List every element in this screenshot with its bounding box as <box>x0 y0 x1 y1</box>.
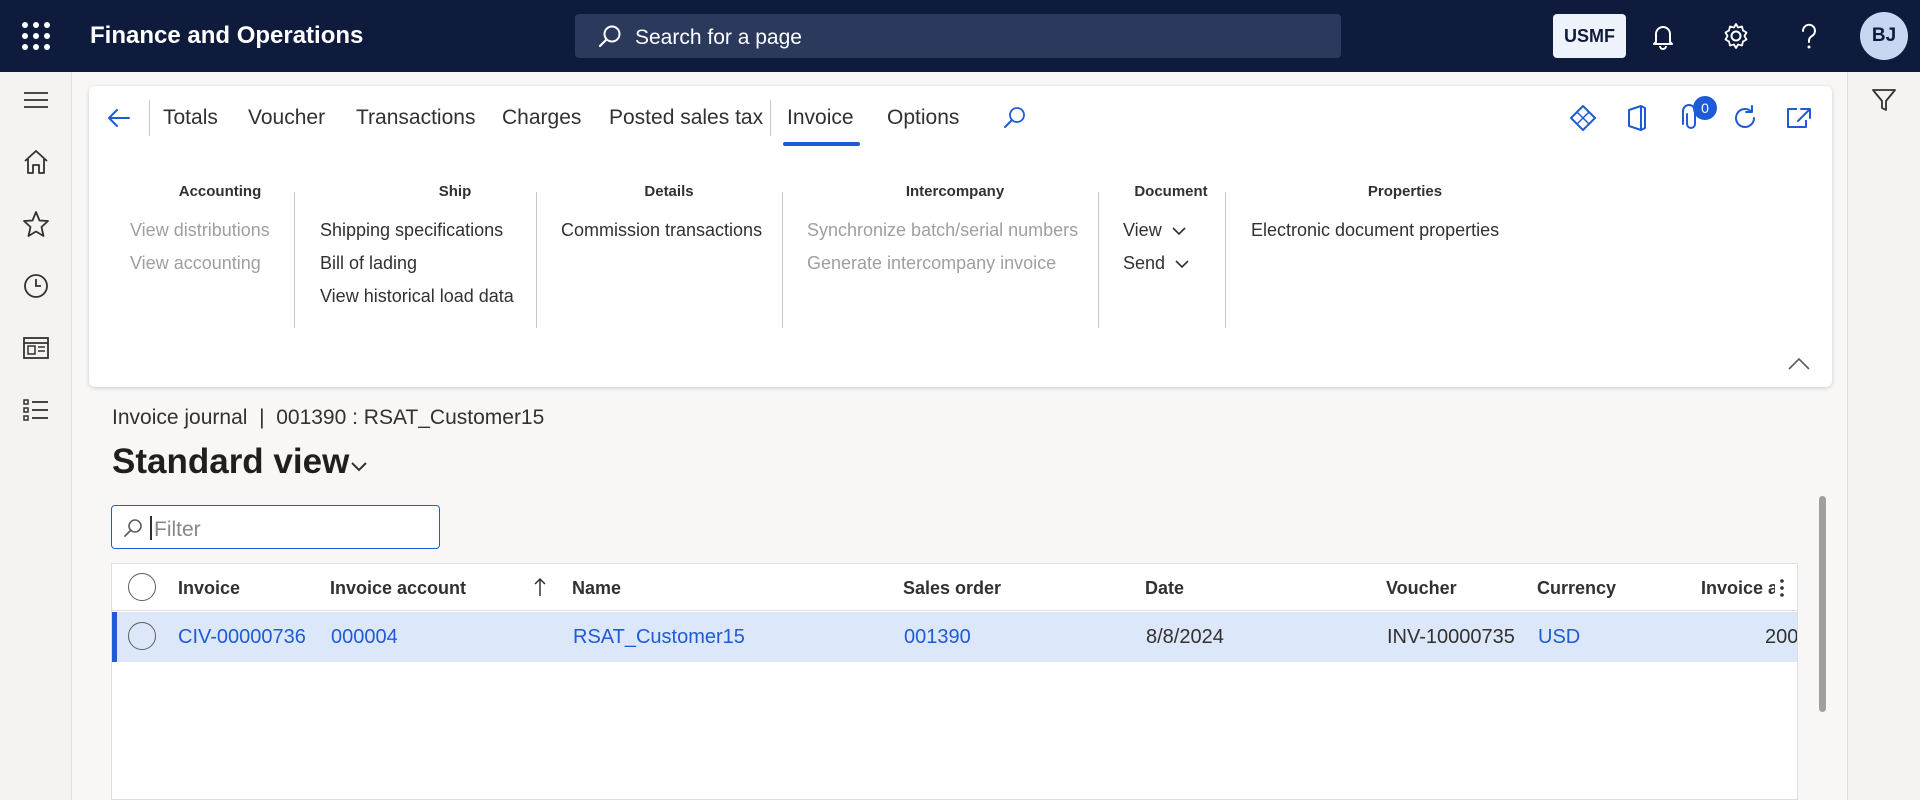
refresh-icon[interactable] <box>1729 102 1761 134</box>
tab-charges[interactable]: Charges <box>502 106 581 130</box>
select-all-checkbox[interactable] <box>128 573 156 601</box>
column-header-voucher[interactable]: Voucher <box>1386 578 1457 599</box>
commission-transactions-button[interactable]: Commission transactions <box>561 220 762 241</box>
company-selector-button[interactable]: USMF <box>1553 14 1626 58</box>
search-placeholder: Search for a page <box>635 26 802 49</box>
cell-voucher: INV-10000735 <box>1387 626 1515 648</box>
tab-transactions[interactable]: Transactions <box>356 106 475 130</box>
filter-placeholder: Filter <box>154 518 201 541</box>
app-title[interactable]: Finance and Operations <box>90 22 363 50</box>
tab-posted-sales-tax[interactable]: Posted sales tax <box>609 106 763 130</box>
sort-ascending-icon <box>534 577 546 596</box>
cell-name[interactable]: RSAT_Customer15 <box>573 626 745 649</box>
column-header-invoice[interactable]: Invoice <box>178 578 240 599</box>
gear-icon[interactable] <box>1720 20 1752 52</box>
generate-intercompany-invoice-button[interactable]: Generate intercompany invoice <box>807 253 1056 274</box>
back-arrow-icon[interactable] <box>103 102 135 134</box>
group-title-details: Details <box>644 183 694 200</box>
list-icon[interactable] <box>20 394 52 426</box>
text-caret <box>150 516 152 540</box>
group-divider <box>536 192 537 328</box>
help-icon[interactable] <box>1793 20 1825 52</box>
column-header-sales-order[interactable]: Sales order <box>903 578 1001 599</box>
page-title[interactable]: Standard view <box>112 442 349 482</box>
tab-options[interactable]: Options <box>887 106 959 130</box>
group-title-document: Document <box>1134 183 1208 200</box>
document-view-label: View <box>1123 220 1162 240</box>
group-title-ship: Ship <box>438 183 472 200</box>
clock-icon[interactable] <box>20 270 52 302</box>
row-select-checkbox[interactable] <box>128 622 156 650</box>
filter-icon[interactable] <box>1870 86 1898 114</box>
group-title-intercompany: Intercompany <box>905 183 1005 200</box>
divider <box>770 100 771 136</box>
active-tab-indicator <box>783 142 860 146</box>
view-historical-load-data-button[interactable]: View historical load data <box>320 286 514 307</box>
tab-totals[interactable]: Totals <box>163 106 218 130</box>
cell-sales-order[interactable]: 001390 <box>904 626 971 649</box>
divider <box>149 100 150 136</box>
column-header-invoice-account[interactable]: Invoice account <box>330 578 466 599</box>
view-distributions-button[interactable]: View distributions <box>130 220 270 241</box>
group-divider <box>294 192 295 328</box>
bell-icon[interactable] <box>1647 20 1679 52</box>
group-title-properties: Properties <box>1367 183 1443 200</box>
search-input[interactable]: Search for a page <box>575 14 1341 58</box>
more-options-icon[interactable] <box>1778 577 1786 599</box>
cell-currency[interactable]: USD <box>1538 626 1580 649</box>
workspace-icon[interactable] <box>20 332 52 364</box>
chevron-down-icon <box>1172 227 1186 236</box>
table-row[interactable]: CIV-00000736 000004 RSAT_Customer15 0013… <box>112 612 1798 662</box>
tab-voucher[interactable]: Voucher <box>248 106 325 130</box>
star-icon[interactable] <box>20 208 52 240</box>
breadcrumb: Invoice journal | 001390 : RSAT_Customer… <box>112 406 545 429</box>
view-accounting-button[interactable]: View accounting <box>130 253 261 274</box>
cell-invoice[interactable]: CIV-00000736 <box>178 626 306 649</box>
cell-invoice-account[interactable]: 000004 <box>331 626 398 649</box>
group-divider <box>1098 192 1099 328</box>
shipping-specifications-button[interactable]: Shipping specifications <box>320 220 503 241</box>
document-send-dropdown[interactable]: Send <box>1123 253 1189 274</box>
electronic-document-properties-button[interactable]: Electronic document properties <box>1251 220 1499 241</box>
search-icon <box>598 25 621 48</box>
avatar[interactable]: BJ <box>1860 12 1908 60</box>
group-divider <box>782 192 783 328</box>
bill-of-lading-button[interactable]: Bill of lading <box>320 253 417 274</box>
grid-header: Invoice Invoice account Name Sales order… <box>112 564 1797 611</box>
attachment-count-badge: 0 <box>1693 96 1717 120</box>
right-pane <box>1847 72 1920 800</box>
chevron-up-icon[interactable] <box>1787 356 1811 372</box>
column-header-invoice-amount[interactable]: Invoice a <box>1701 578 1775 599</box>
document-send-label: Send <box>1123 253 1166 273</box>
open-in-new-window-icon[interactable] <box>1783 102 1815 134</box>
search-icon <box>124 519 142 537</box>
group-title-accounting: Accounting <box>178 183 262 200</box>
column-header-name[interactable]: Name <box>572 578 621 599</box>
invoice-journal-grid: Invoice Invoice account Name Sales order… <box>111 563 1798 800</box>
search-icon[interactable] <box>1001 104 1029 132</box>
group-divider <box>1225 192 1226 328</box>
left-navigation <box>0 72 72 800</box>
home-icon[interactable] <box>20 146 52 178</box>
column-header-date[interactable]: Date <box>1145 578 1184 599</box>
document-view-dropdown[interactable]: View <box>1123 220 1186 241</box>
vertical-scrollbar[interactable] <box>1819 496 1826 712</box>
filter-input[interactable]: Filter <box>111 505 440 549</box>
cell-invoice-amount: 200 <box>1765 626 1798 648</box>
power-apps-icon[interactable] <box>1567 102 1599 134</box>
chevron-down-icon <box>1175 260 1189 269</box>
cell-date: 8/8/2024 <box>1146 626 1224 648</box>
column-header-currency[interactable]: Currency <box>1537 578 1616 599</box>
synchronize-batch-serial-numbers-button[interactable]: Synchronize batch/serial numbers <box>807 220 1078 241</box>
waffle-icon[interactable] <box>22 22 50 50</box>
chevron-down-icon[interactable] <box>350 460 368 474</box>
top-bar: Finance and Operations Search for a page… <box>0 0 1920 72</box>
tab-invoice[interactable]: Invoice <box>787 106 854 130</box>
action-pane: Totals Voucher Transactions Charges Post… <box>89 86 1832 387</box>
office-icon[interactable] <box>1621 102 1653 134</box>
hamburger-icon[interactable] <box>20 84 52 116</box>
